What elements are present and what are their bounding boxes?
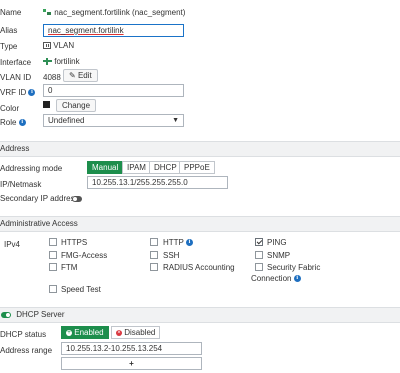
- ping-checkbox[interactable]: [255, 238, 263, 246]
- ip-netmask-input[interactable]: 10.255.13.1/255.255.255.0: [87, 176, 228, 189]
- http-checkbox[interactable]: [150, 238, 158, 246]
- ipv4-label: IPv4: [4, 240, 21, 249]
- interface-label: Interface: [0, 58, 32, 67]
- address-range-label: Address range: [0, 346, 53, 355]
- edit-vlan-button[interactable]: ✎ Edit: [63, 69, 98, 82]
- info-icon[interactable]: i: [185, 239, 193, 247]
- pencil-icon: ✎: [69, 71, 76, 80]
- alias-input[interactable]: nac_segment.fortilink: [43, 24, 184, 37]
- alias-label: Alias: [0, 26, 18, 35]
- mode-pppoe[interactable]: PPPoE: [179, 161, 215, 174]
- admin-access-section-header: Administrative Access: [0, 216, 400, 232]
- dhcp-status-label: DHCP status: [0, 330, 47, 339]
- http-label: HTTP i: [163, 238, 193, 248]
- name-value: nac_segment.fortilink (nac_segment): [43, 8, 185, 18]
- chevron-down-icon: ▼: [172, 117, 179, 124]
- mode-manual[interactable]: Manual: [87, 161, 124, 174]
- type-label: Type: [0, 42, 18, 51]
- security-fabric-label-2: Connection i: [251, 274, 301, 284]
- plus-circle-icon: +: [66, 329, 72, 336]
- secondary-ip-label: Secondary IP address: [0, 194, 79, 203]
- security-fabric-checkbox[interactable]: [255, 263, 263, 271]
- mode-dhcp[interactable]: DHCP: [149, 161, 182, 174]
- ssh-checkbox[interactable]: [150, 251, 158, 259]
- interface-value: fortilink: [43, 57, 80, 67]
- vlan-id-label: VLAN ID: [0, 73, 32, 82]
- security-fabric-label: Security Fabric: [267, 263, 321, 272]
- ssh-label: SSH: [163, 251, 180, 260]
- fortilink-icon: [43, 58, 52, 66]
- ftm-checkbox[interactable]: [49, 263, 57, 271]
- secondary-ip-toggle[interactable]: [72, 196, 82, 202]
- address-section-header: Address: [0, 141, 400, 157]
- type-value: VLAN: [43, 41, 74, 51]
- https-label: HTTPS: [61, 238, 88, 247]
- snmp-label: SNMP: [267, 251, 291, 260]
- addressing-mode-label: Addressing mode: [0, 164, 63, 173]
- change-color-button[interactable]: Change: [56, 99, 97, 112]
- dhcp-server-toggle[interactable]: [1, 311, 11, 318]
- ip-netmask-label: IP/Netmask: [0, 180, 42, 189]
- vrf-id-label: VRF ID i: [0, 88, 36, 98]
- add-range-button[interactable]: +: [61, 357, 202, 370]
- info-icon[interactable]: i: [28, 89, 36, 97]
- dhcp-disabled-button[interactable]: × Disabled: [111, 326, 161, 339]
- fmg-access-checkbox[interactable]: [49, 251, 57, 259]
- https-checkbox[interactable]: [49, 238, 57, 246]
- plus-icon: +: [129, 359, 134, 368]
- color-swatch: [43, 101, 50, 108]
- snmp-checkbox[interactable]: [255, 251, 263, 259]
- dhcp-section-header: DHCP Server: [0, 307, 400, 323]
- info-icon[interactable]: i: [293, 275, 301, 283]
- x-circle-icon: ×: [116, 329, 122, 336]
- speed-test-label: Speed Test: [61, 285, 101, 294]
- color-label: Color: [0, 104, 20, 113]
- fmg-access-label: FMG-Access: [61, 251, 108, 260]
- radius-accounting-label: RADIUS Accounting: [163, 263, 235, 272]
- info-icon[interactable]: i: [18, 119, 26, 127]
- vlan-interface-icon: [43, 9, 52, 16]
- ftm-label: FTM: [61, 263, 78, 272]
- speed-test-checkbox[interactable]: [49, 285, 57, 293]
- vlan-id-value: 4088: [43, 73, 61, 82]
- vrf-id-input[interactable]: 0: [43, 84, 184, 97]
- dhcp-enabled-button[interactable]: + Enabled: [61, 326, 109, 339]
- radius-accounting-checkbox[interactable]: [150, 263, 158, 271]
- address-range-input[interactable]: 10.255.13.2-10.255.13.254: [61, 342, 202, 355]
- name-label: Name: [0, 8, 22, 17]
- vlan-type-icon: [43, 42, 51, 50]
- role-label: Role i: [0, 118, 26, 128]
- mode-ipam[interactable]: IPAM: [122, 161, 151, 174]
- role-select[interactable]: Undefined ▼: [43, 114, 184, 127]
- ping-label: PING: [267, 238, 287, 247]
